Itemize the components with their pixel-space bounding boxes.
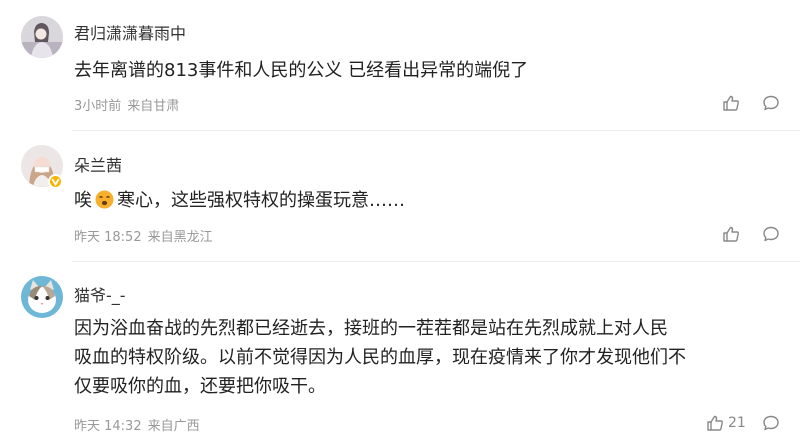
comment-text-line: 因为浴血奋战的先烈都已经逝去，接班的一茬茬都是站在先烈成就上对人民 xyxy=(74,318,668,339)
comment-text-line: 去年离谱的813事件和人民的公义 已经看出异常的端倪了 xyxy=(74,60,529,81)
comment-text: 唉 寒心，这些强权特权的操蛋玩意…… xyxy=(74,186,405,215)
comment-item: 朵兰茜 唉 寒心，这些强权特权的操蛋玩意…… 昨天 18:52 来自黑龙江 xyxy=(0,131,800,261)
comment-bubble-icon xyxy=(762,225,780,243)
username[interactable]: 君归潇潇暮雨中 xyxy=(74,20,186,44)
like-button[interactable]: 21 xyxy=(706,414,746,432)
comment-item: 君归潇潇暮雨中 去年离谱的813事件和人民的公义 已经看出异常的端倪了 3小时前… xyxy=(0,0,800,130)
thumbs-up-icon xyxy=(722,94,740,112)
comment-text-part: 寒心，这些强权特权的操蛋玩意…… xyxy=(117,190,405,211)
comment-text: 去年离谱的813事件和人民的公义 已经看出异常的端倪了 xyxy=(74,56,528,85)
comment-time: 昨天 18:52 xyxy=(74,230,142,245)
comment-bubble-icon xyxy=(762,94,780,112)
username[interactable]: 朵兰茜 xyxy=(74,152,122,176)
comment-meta: 昨天 18:52 来自黑龙江 xyxy=(74,226,213,245)
verified-badge-icon xyxy=(48,174,63,189)
comment-item: 猫爷-_- 因为浴血奋战的先烈都已经逝去，接班的一茬茬都是站在先烈成就上对人民 … xyxy=(0,262,800,440)
comment-location: 来自广西 xyxy=(147,419,200,434)
avatar-image xyxy=(21,16,63,58)
like-button[interactable] xyxy=(722,225,744,243)
reply-button[interactable] xyxy=(762,225,780,243)
reply-button[interactable] xyxy=(762,414,780,432)
comment-text-line: 仅要吸你的血，还要把你吸干。 xyxy=(74,376,326,397)
reply-button[interactable] xyxy=(762,94,780,112)
comment-text-part: 唉 xyxy=(74,190,92,211)
thumbs-up-icon xyxy=(722,225,740,243)
like-button[interactable] xyxy=(722,94,744,112)
like-count: 21 xyxy=(728,415,746,431)
avatar-image xyxy=(21,276,63,318)
avatar[interactable] xyxy=(21,276,63,318)
comment-text-line: 吸血的特权阶级。以前不觉得因为人民的血厚，现在疫情来了你才发现他们不 xyxy=(74,347,686,368)
comment-time: 昨天 14:32 xyxy=(74,419,142,434)
comment-text: 因为浴血奋战的先烈都已经逝去，接班的一茬茬都是站在先烈成就上对人民 吸血的特权阶… xyxy=(74,314,686,401)
comment-bubble-icon xyxy=(762,414,780,432)
comment-meta: 3小时前 来自甘肃 xyxy=(74,95,179,114)
face-icon xyxy=(95,189,114,209)
comment-time: 3小时前 xyxy=(74,99,122,114)
comment-location: 来自黑龙江 xyxy=(147,230,213,245)
avatar[interactable] xyxy=(21,16,63,58)
username[interactable]: 猫爷-_- xyxy=(74,282,126,306)
comment-location: 来自甘肃 xyxy=(127,99,180,114)
comment-meta: 昨天 14:32 来自广西 xyxy=(74,415,200,434)
thumbs-up-icon xyxy=(706,414,724,432)
